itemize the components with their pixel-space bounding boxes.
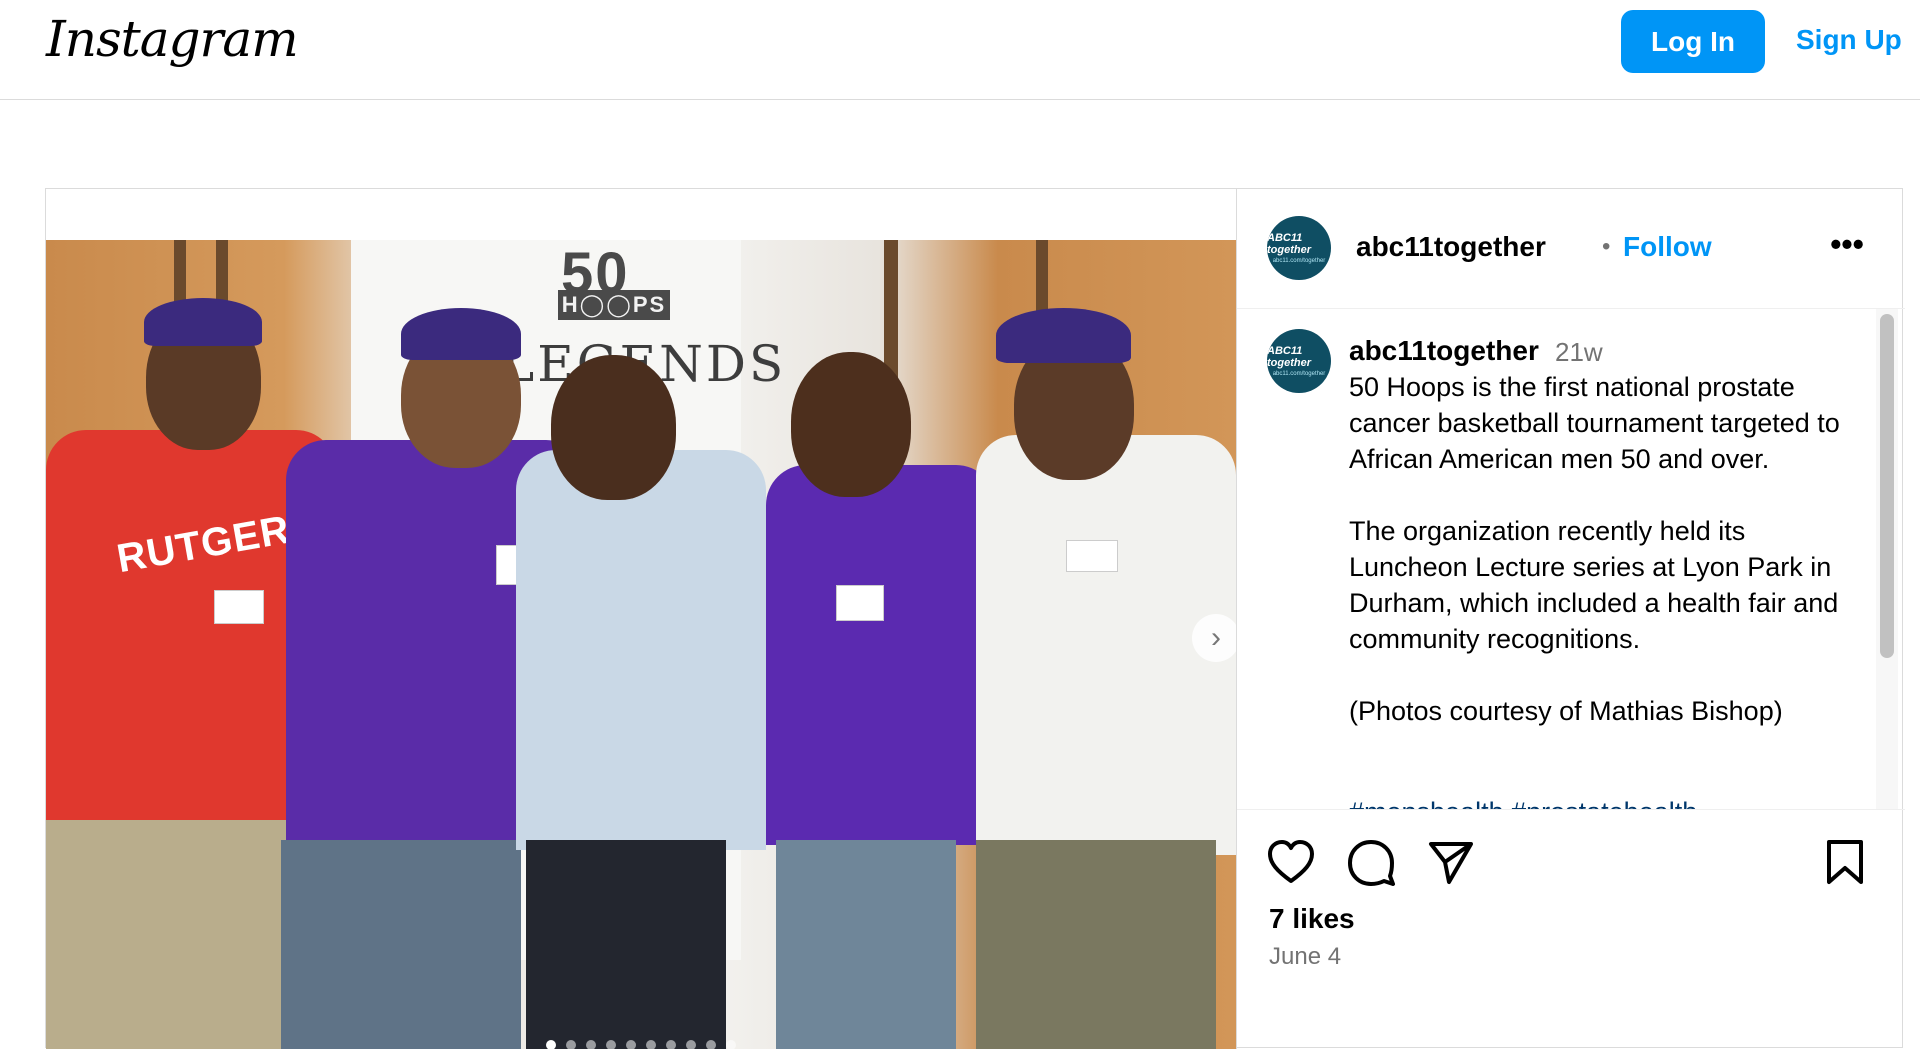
post-media: 50 H◯◯PS LEGENDS RUTGERS [46,189,1236,1049]
avatar[interactable]: ABC11 together abc11.com/together [1267,329,1331,393]
comment-icon [1348,840,1395,886]
signup-link[interactable]: Sign Up [1796,24,1902,56]
caption-text: 50 Hoops is the first national prostate … [1349,372,1840,726]
post-card: 50 H◯◯PS LEGENDS RUTGERS [45,188,1905,1049]
more-options-icon[interactable]: ••• [1827,228,1867,269]
jeans [776,840,956,1049]
heart-icon [1268,840,1314,883]
caption-hashtags[interactable]: #menshealth #prostatehealth [1349,797,1697,809]
separator-dot: • [1602,233,1611,260]
carousel-dot [706,1040,716,1049]
avatar-subtext: abc11.com/together [1272,258,1326,264]
chevron-right-icon: › [1211,621,1221,654]
share-button[interactable] [1425,836,1477,888]
post-date[interactable]: June 4 [1269,943,1341,971]
like-button[interactable] [1265,836,1317,888]
head [551,355,676,500]
dark-pants [526,840,726,1049]
cap [401,308,521,360]
carousel-dot [686,1040,696,1049]
post-photo[interactable]: 50 H◯◯PS LEGENDS RUTGERS [46,240,1236,1049]
avatar-text: ABC11 together [1267,345,1311,369]
carousel-dot [606,1040,616,1049]
carousel-dot [626,1040,636,1049]
next-photo-button[interactable]: › [1192,614,1236,662]
cap [996,308,1131,363]
avatar-text: ABC11 together [1267,232,1311,256]
head [791,352,911,497]
avatar[interactable]: ABC11 together abc11.com/together [1267,216,1331,280]
caption-timestamp[interactable]: 21w [1555,337,1603,368]
avatar-subtext: abc11.com/together [1272,371,1326,377]
instagram-logo[interactable]: Instagram [46,10,299,68]
comment-button[interactable] [1345,836,1397,888]
post-header: ABC11 together abc11.com/together abc11t… [1237,189,1905,309]
jeans [281,840,521,1049]
carousel-dot [566,1040,576,1049]
bookmark-icon [1827,840,1863,884]
name-tag [214,590,264,624]
carousel-dot [546,1040,556,1049]
purple-polo [766,465,996,845]
banner-hoops: H◯◯PS [558,290,670,320]
carousel-dot [646,1040,656,1049]
like-count[interactable]: 7 likes [1269,903,1355,935]
olive-pants [976,840,1216,1049]
carousel-indicator [546,1040,736,1049]
name-tag [836,585,884,621]
post-sidebar: ABC11 together abc11.com/together abc11t… [1236,189,1905,1049]
khaki-shorts [46,820,286,1049]
carousel-dot [586,1040,596,1049]
blue-polo [516,450,766,850]
top-nav: Instagram Log In Sign Up [0,0,1920,100]
cap [144,298,262,346]
post-username[interactable]: abc11together [1356,231,1546,263]
scrollbar-thumb[interactable] [1880,314,1894,658]
follow-button[interactable]: Follow [1623,231,1712,263]
caption-area: ABC11 together abc11.com/together abc11t… [1237,309,1905,809]
login-button[interactable]: Log In [1621,10,1765,73]
save-button[interactable] [1819,836,1871,888]
post-actions: 7 likes June 4 [1237,809,1905,1049]
carousel-dot [666,1040,676,1049]
name-tag [1066,540,1118,572]
caption-username[interactable]: abc11together [1349,335,1539,367]
share-icon [1429,842,1473,884]
carousel-dot [726,1040,736,1049]
